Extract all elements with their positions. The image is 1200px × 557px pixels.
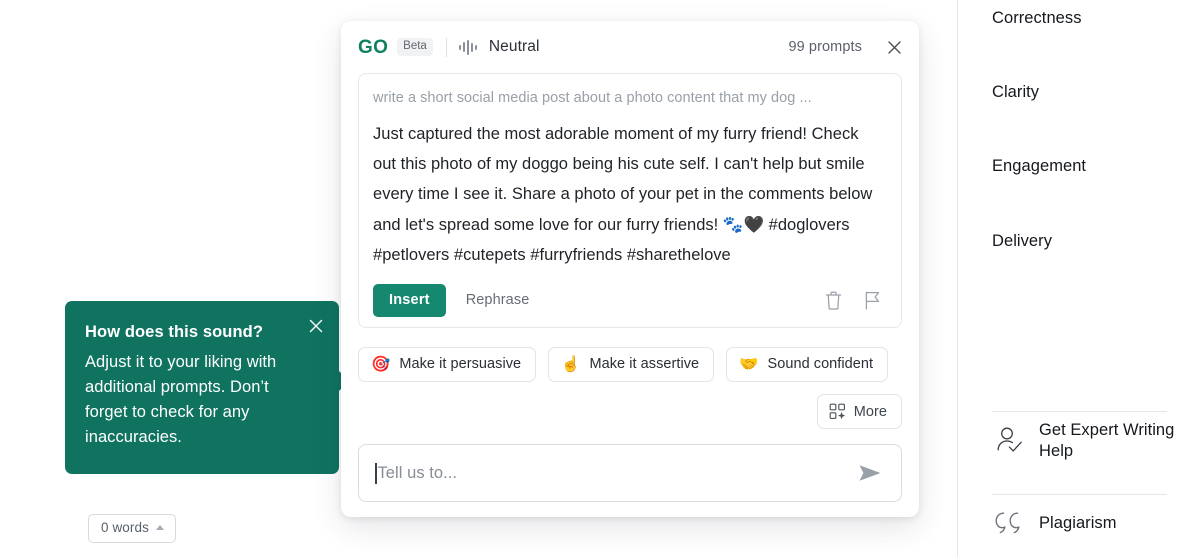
suggestion-chip-confident[interactable]: 🤝 Sound confident — [726, 346, 889, 383]
trash-icon[interactable] — [825, 291, 842, 310]
scores-sidebar: Correctness Clarity Engagement Delivery … — [959, 0, 1200, 557]
prompts-remaining-label: 99 prompts — [788, 39, 862, 55]
suggestion-chip-persuasive[interactable]: 🎯 Make it persuasive — [358, 346, 537, 383]
sidebar-divider-top — [992, 411, 1167, 412]
sidebar-item-plagiarism[interactable]: Plagiarism — [992, 510, 1117, 536]
tone-label[interactable]: Neutral — [489, 38, 540, 56]
more-button-label: More — [853, 403, 887, 420]
suggestion-chips: 🎯 Make it persuasive ☝️ Make it assertiv… — [358, 346, 919, 383]
sidebar-item-delivery[interactable]: Delivery — [992, 232, 1052, 251]
suggestion-chip-label: Sound confident — [767, 356, 874, 373]
prompt-input-placeholder: Tell us to... — [377, 463, 458, 482]
pointing-up-icon: ☝️ — [561, 355, 581, 373]
sidebar-item-expert-help[interactable]: Get Expert Writing Help — [992, 420, 1200, 461]
suggestion-chip-assertive[interactable]: ☝️ Make it assertive — [548, 346, 715, 383]
header-right-group: 99 prompts — [788, 39, 903, 56]
handshake-icon: 🤝 — [739, 355, 759, 373]
assistant-panel: GO Beta Neutral 99 prompts write a short… — [341, 21, 919, 517]
coachmark-body: Adjust it to your liking with additional… — [85, 353, 277, 447]
suggestion-chip-label: Make it assertive — [589, 356, 700, 373]
sidebar-item-label: Plagiarism — [1039, 513, 1117, 532]
card-icon-actions — [825, 291, 885, 310]
more-row: More — [341, 394, 902, 430]
generated-result-card: write a short social media post about a … — [358, 73, 902, 328]
more-button[interactable]: More — [816, 394, 902, 430]
text-cursor — [375, 462, 377, 484]
sidebar-item-label: Get Expert Writing Help — [1039, 421, 1175, 460]
assistant-panel-header: GO Beta Neutral 99 prompts — [341, 21, 919, 73]
coachmark-title: How does this sound? — [85, 323, 263, 341]
beta-badge: Beta — [397, 37, 433, 57]
flag-icon[interactable] — [864, 291, 881, 310]
sidebar-item-engagement[interactable]: Engagement — [992, 157, 1086, 176]
grid-sparkle-icon — [829, 404, 846, 420]
card-actions-row: Insert Rephrase — [373, 283, 885, 317]
chevron-up-icon — [155, 525, 164, 531]
suggestion-chip-label: Make it persuasive — [399, 356, 522, 373]
close-icon[interactable] — [886, 39, 903, 56]
close-icon[interactable] — [307, 317, 325, 335]
header-divider — [445, 37, 447, 57]
dart-icon: 🎯 — [371, 355, 391, 373]
prompt-echo-text: write a short social media post about a … — [373, 90, 812, 106]
app-root: 0 words How does this sound? Adjust it t… — [0, 0, 1200, 557]
word-count-widget[interactable]: 0 words — [88, 514, 176, 543]
coachmark-tooltip: How does this sound? Adjust it to your l… — [65, 301, 339, 474]
quotation-marks-icon — [995, 512, 1020, 534]
word-count-label: 0 words — [101, 520, 149, 535]
send-icon[interactable] — [857, 462, 883, 484]
prompt-input-bar[interactable]: Tell us to... — [358, 444, 902, 502]
person-check-icon — [997, 427, 1022, 452]
go-logo: GO — [358, 36, 389, 58]
rephrase-button[interactable]: Rephrase — [466, 292, 530, 308]
waveform-icon — [458, 39, 477, 55]
generated-text: Just captured the most adorable moment o… — [373, 125, 873, 264]
sidebar-item-clarity[interactable]: Clarity — [992, 83, 1039, 102]
sidebar-divider-bottom — [992, 494, 1167, 495]
insert-button[interactable]: Insert — [373, 283, 446, 317]
sidebar-item-correctness[interactable]: Correctness — [992, 9, 1082, 28]
